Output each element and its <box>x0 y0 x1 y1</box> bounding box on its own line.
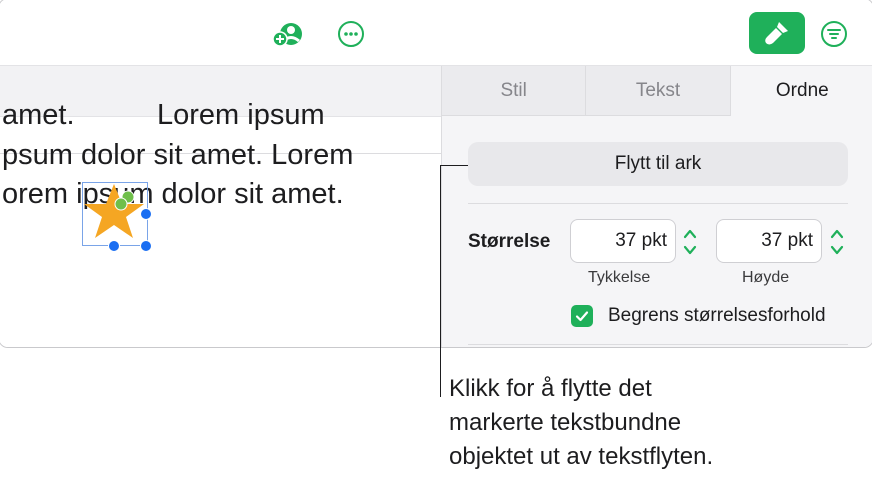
tab-stil[interactable]: Stil <box>442 66 587 116</box>
resize-handle[interactable] <box>140 208 152 220</box>
height-field[interactable]: 37 pkt <box>716 219 822 263</box>
body-text-line: orem ipsum dolor sit amet. <box>2 178 344 210</box>
callout-line-text: objektet ut av tekstflyten. <box>449 443 714 470</box>
stepper-arrows-icon <box>683 229 697 255</box>
inline-star-object[interactable] <box>80 180 152 252</box>
callout-line-text: markerte tekstbundne <box>449 409 682 436</box>
collaborate-button[interactable] <box>271 19 307 49</box>
resize-handle[interactable] <box>108 240 120 252</box>
person-add-icon <box>272 23 302 47</box>
body-text-line: amet. <box>2 99 75 131</box>
format-button[interactable] <box>749 12 805 54</box>
height-caption: Høyde <box>742 269 790 286</box>
body-text-line: psum dolor sit amet. Lorem <box>2 139 354 171</box>
move-to-sheet-button[interactable]: Flytt til ark <box>468 142 848 186</box>
format-sidebar: Stil Tekst Ordne Flytt til ark Størrelse… <box>441 66 872 347</box>
height-stepper[interactable] <box>827 222 847 262</box>
organize-button[interactable] <box>819 19 849 49</box>
width-field[interactable]: 37 pkt <box>570 219 676 263</box>
callout-line-text: Klikk for å flytte det <box>449 375 652 402</box>
checkmark-icon <box>575 311 589 322</box>
section-divider <box>468 344 848 345</box>
list-filter-icon <box>821 21 847 47</box>
inspector-tabs: Stil Tekst Ordne <box>442 66 872 116</box>
toolbar <box>0 0 872 66</box>
tab-tekst[interactable]: Tekst <box>586 66 731 116</box>
resize-handle[interactable] <box>140 240 152 252</box>
more-button[interactable] <box>336 19 366 49</box>
callout-line <box>440 165 441 397</box>
paintbrush-icon <box>765 22 788 45</box>
callout-text: Klikk for å flytte det markerte tekstbun… <box>449 372 869 474</box>
width-caption: Tykkelse <box>588 269 651 286</box>
ellipsis-circle-icon <box>338 21 364 47</box>
callout-line <box>440 165 468 166</box>
section-divider <box>468 203 848 204</box>
constrain-proportions-label: Begrens størrelsesforhold <box>608 305 826 326</box>
constrain-proportions-checkbox[interactable] <box>571 305 593 327</box>
stepper-arrows-icon <box>830 229 844 255</box>
body-text-line: Lorem ipsum <box>157 99 325 131</box>
tab-ordne[interactable]: Ordne <box>730 66 872 116</box>
app-window: Stil Tekst Ordne Flytt til ark Størrelse… <box>0 0 872 348</box>
width-stepper[interactable] <box>680 222 700 262</box>
size-label: Størrelse <box>468 231 551 252</box>
